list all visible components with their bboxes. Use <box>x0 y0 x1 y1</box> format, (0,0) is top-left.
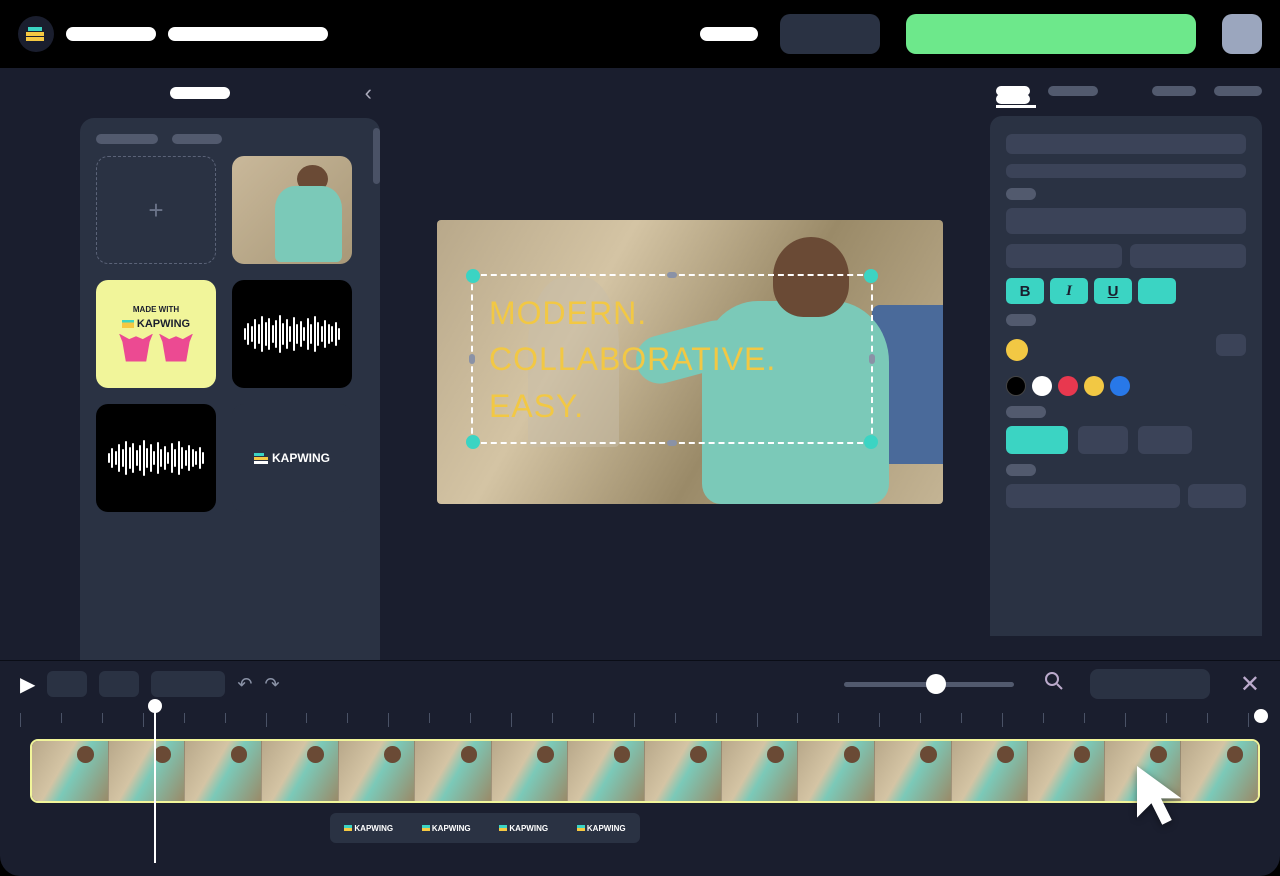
color-swatch-white[interactable] <box>1032 376 1052 396</box>
property-label <box>1006 314 1036 326</box>
media-tab-1[interactable] <box>96 134 158 144</box>
resize-handle-bl[interactable] <box>466 435 480 449</box>
header-avatar[interactable] <box>1222 14 1262 54</box>
option-button[interactable] <box>1138 426 1192 454</box>
timeline-control[interactable] <box>151 671 225 697</box>
header-primary-button[interactable] <box>906 14 1196 54</box>
timeline-control[interactable] <box>99 671 139 697</box>
sidebar-tab[interactable]: ‹ <box>0 68 400 118</box>
add-media-button[interactable]: + <box>96 156 216 264</box>
property-field[interactable] <box>1188 484 1246 508</box>
color-swatch-blue[interactable] <box>1110 376 1130 396</box>
cursor-icon <box>1130 760 1192 832</box>
header-breadcrumb-2[interactable] <box>168 27 328 41</box>
media-sidebar: ‹ + MADE WITH <box>0 68 400 660</box>
app-header <box>0 0 1280 68</box>
property-field[interactable] <box>1006 484 1180 508</box>
resize-handle-tm[interactable] <box>667 272 677 278</box>
zoom-slider-thumb[interactable] <box>926 674 946 694</box>
format-more-button[interactable] <box>1138 278 1176 304</box>
properties-tab-3[interactable] <box>1152 86 1196 96</box>
timeline-toolbar: ▶ ↶ ↷ ✕ <box>0 661 1280 707</box>
media-item-promo[interactable]: MADE WITH KAPWING <box>96 280 216 388</box>
close-icon[interactable]: ✕ <box>1240 670 1260 699</box>
timeline-ruler[interactable] <box>20 707 1260 735</box>
properties-tab-2[interactable] <box>1048 86 1098 96</box>
property-label <box>1006 188 1036 200</box>
timeline-field[interactable] <box>1090 669 1210 699</box>
underline-button[interactable]: U <box>1094 278 1132 304</box>
canvas-area: MODERN. COLLABORATIVE. EASY. <box>400 68 980 660</box>
property-field[interactable] <box>1006 134 1246 154</box>
property-field[interactable] <box>1006 244 1122 268</box>
color-swatch-black[interactable] <box>1006 376 1026 396</box>
property-label <box>1006 406 1046 418</box>
video-canvas[interactable]: MODERN. COLLABORATIVE. EASY. <box>437 220 943 504</box>
media-item-audio-1[interactable] <box>232 280 352 388</box>
header-label <box>700 27 758 41</box>
text-overlay[interactable]: MODERN. COLLABORATIVE. EASY. <box>473 276 871 443</box>
zoom-slider[interactable] <box>844 682 1014 687</box>
redo-button[interactable]: ↷ <box>264 674 279 695</box>
color-palette <box>1006 376 1246 396</box>
undo-button[interactable]: ↶ <box>237 674 252 695</box>
scrollbar[interactable] <box>373 128 380 184</box>
resize-handle-tr[interactable] <box>864 269 878 283</box>
header-breadcrumb-1[interactable] <box>66 27 156 41</box>
timeline-end-handle[interactable] <box>1254 709 1268 723</box>
properties-tab-1[interactable] <box>996 86 1030 96</box>
current-color-swatch[interactable] <box>1006 339 1028 361</box>
playhead[interactable] <box>154 703 156 863</box>
resize-handle-ml[interactable] <box>469 354 475 364</box>
italic-button[interactable]: I <box>1050 278 1088 304</box>
media-tab-2[interactable] <box>172 134 222 144</box>
text-overlay-selection[interactable]: MODERN. COLLABORATIVE. EASY. <box>471 274 873 444</box>
property-field[interactable] <box>1006 164 1246 178</box>
resize-handle-bm[interactable] <box>667 440 677 446</box>
search-icon[interactable] <box>1044 671 1064 697</box>
timeline: ▶ ↶ ↷ ✕ KAPWING KAPWING KAPWING <box>0 660 1280 876</box>
properties-tab-4[interactable] <box>1214 86 1262 96</box>
play-button[interactable]: ▶ <box>20 672 35 697</box>
timeline-control[interactable] <box>47 671 87 697</box>
waveform-icon <box>108 438 205 478</box>
option-button[interactable] <box>1078 426 1128 454</box>
color-swatch-red[interactable] <box>1058 376 1078 396</box>
media-item-brand[interactable]: KAPWING <box>232 404 352 512</box>
resize-handle-mr[interactable] <box>869 354 875 364</box>
header-secondary-button[interactable] <box>780 14 880 54</box>
media-panel: + MADE WITH KAPWING <box>80 118 380 660</box>
chevron-left-icon[interactable]: ‹ <box>365 80 372 106</box>
overlay-track[interactable]: KAPWING KAPWING KAPWING KAPWING <box>330 813 640 843</box>
resize-handle-tl[interactable] <box>466 269 480 283</box>
resize-handle-br[interactable] <box>864 435 878 449</box>
media-item-audio-2[interactable] <box>96 404 216 512</box>
properties-sidebar: B I U <box>980 68 1280 660</box>
app-logo[interactable] <box>18 16 54 52</box>
property-field[interactable] <box>1006 208 1246 234</box>
media-item-video[interactable] <box>232 156 352 264</box>
color-swatch-yellow[interactable] <box>1084 376 1104 396</box>
properties-panel: B I U <box>990 116 1262 636</box>
bold-button[interactable]: B <box>1006 278 1044 304</box>
property-field[interactable] <box>1130 244 1246 268</box>
color-field[interactable] <box>1216 334 1246 356</box>
waveform-icon <box>244 314 341 354</box>
property-label <box>1006 464 1036 476</box>
option-button-active[interactable] <box>1006 426 1068 454</box>
video-track[interactable] <box>30 739 1260 803</box>
